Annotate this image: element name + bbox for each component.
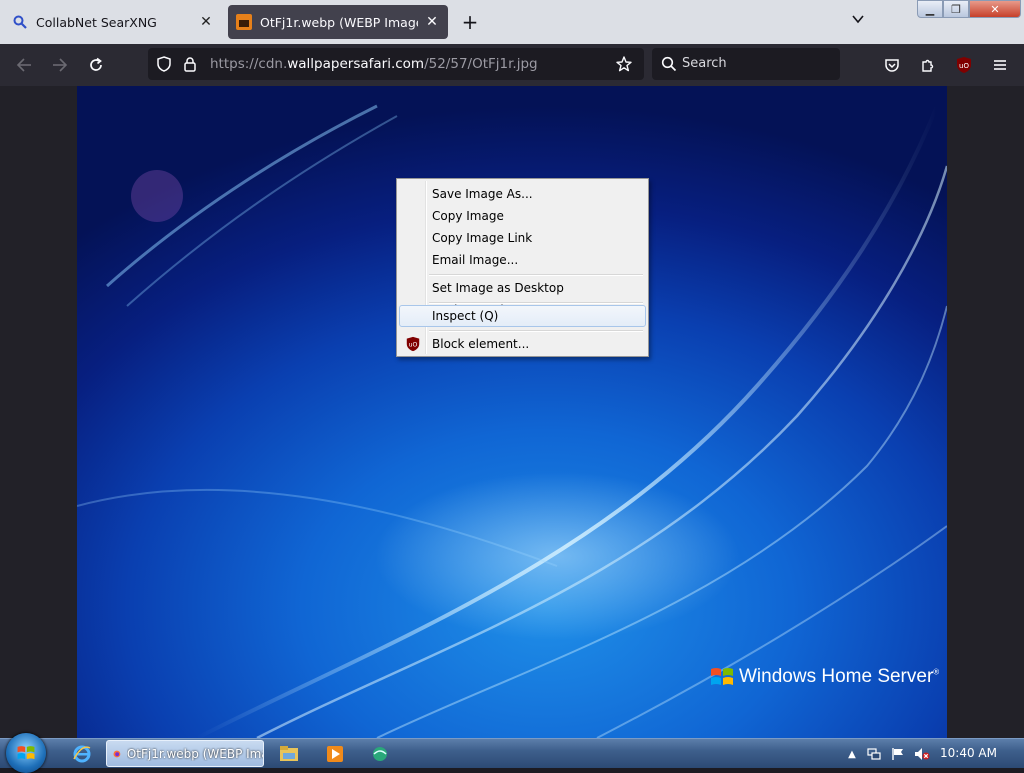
search-bar[interactable]: Search [652,48,840,80]
tab-collabnet-searxng[interactable]: CollabNet SearXNG ✕ [4,5,222,39]
media-player-icon[interactable] [321,742,349,766]
menu-separator [429,330,643,332]
back-arrow-icon[interactable] [12,53,36,77]
tab-label: OtFj1r.webp (WEBP Image, 1024 × 768 pixe… [260,14,418,30]
menu-separator [429,302,643,304]
menu-item-email-image[interactable]: Email Image... [399,249,646,271]
bookmark-star-icon[interactable] [616,56,632,75]
taskbar-firefox-window[interactable]: OtFj1r.webp (WEBP Image, 1024 × 768 pixe… [106,740,264,767]
menu-item-save-image-as[interactable]: Save Image As... [399,183,646,205]
svg-text:uO: uO [959,62,969,70]
file-explorer-icon[interactable] [275,742,303,766]
menu-item-block-element[interactable]: uO Block element... [399,333,646,355]
ublock-origin-icon: uO [405,336,421,359]
action-center-flag-icon[interactable] [890,746,906,762]
close-tab-icon[interactable]: ✕ [198,14,214,30]
url-path: /52/57/OtFj1r.jpg [424,56,538,72]
start-button[interactable] [6,733,46,773]
close-tab-icon[interactable]: ✕ [424,14,440,30]
pocket-icon[interactable] [880,53,904,77]
tab-strip: CollabNet SearXNG ✕ OtFj1r.webp (WEBP Im… [0,0,1024,44]
url-text[interactable]: https://cdn.wallpapersafari.com/52/57/Ot… [210,48,538,80]
menu-item-label: Block element... [432,337,530,351]
close-window-button[interactable]: ✕ [969,0,1021,18]
chevron-down-icon[interactable] [846,10,870,34]
window-controls: ▁ ❐ ✕ [917,0,1021,20]
show-hidden-icons-arrow-icon[interactable]: ▲ [844,746,860,762]
context-menu: Save Image As... Copy Image Copy Image L… [396,178,649,357]
network-globe-icon[interactable] [366,742,394,766]
menu-item-set-desktop-background[interactable]: Set Image as Desktop Background... [399,277,646,317]
svg-text:uO: uO [409,342,418,349]
volume-muted-icon[interactable] [914,746,930,762]
restore-button[interactable]: ❐ [943,0,969,18]
hamburger-menu-icon[interactable] [988,53,1012,77]
taskbar-window-label: OtFj1r.webp (WEBP Image, 1024 × 768 pixe… [126,746,263,761]
minimize-button[interactable]: ▁ [917,0,943,18]
lock-icon[interactable] [182,56,198,75]
menu-item-copy-image[interactable]: Copy Image [399,205,646,227]
internet-explorer-icon[interactable] [68,742,96,766]
url-domain: wallpapersafari.com [287,56,425,72]
extensions-puzzle-icon[interactable] [916,53,940,77]
windows-flag-icon [17,746,35,760]
windows-home-server-logo: Windows Home Server® [709,664,939,690]
image-thumbnail-icon [236,14,252,30]
network-tray-icon[interactable] [866,746,882,762]
reload-icon[interactable] [84,53,108,77]
ublock-origin-icon[interactable]: uO [952,53,976,77]
windows-taskbar: OtFj1r.webp (WEBP Image, 1024 × 768 pixe… [0,733,1024,773]
navigation-toolbar: https://cdn.wallpapersafari.com/52/57/Ot… [0,44,1024,86]
url-prefix: https://cdn. [210,56,288,72]
menu-item-copy-image-link[interactable]: Copy Image Link [399,227,646,249]
search-icon [12,14,28,30]
windows-flag-icon [711,668,733,685]
tab-label: CollabNet SearXNG [36,14,157,30]
menu-separator [429,274,643,276]
forward-arrow-icon[interactable] [48,53,72,77]
url-bar[interactable]: https://cdn.wallpapersafari.com/52/57/Ot… [148,48,644,80]
tab-otfj1r-image[interactable]: OtFj1r.webp (WEBP Image, 1024 × 768 pixe… [228,5,448,39]
firefox-icon [113,750,121,757]
logo-text: Windows Home Server® [739,666,940,687]
taskbar-clock[interactable]: 10:40 AM [940,739,997,768]
menu-item-inspect[interactable]: Inspect (Q) [399,305,646,327]
new-tab-icon[interactable]: + [458,10,482,34]
search-icon [661,56,677,75]
tracking-protection-shield-icon[interactable] [156,56,172,75]
search-placeholder: Search [682,56,727,71]
